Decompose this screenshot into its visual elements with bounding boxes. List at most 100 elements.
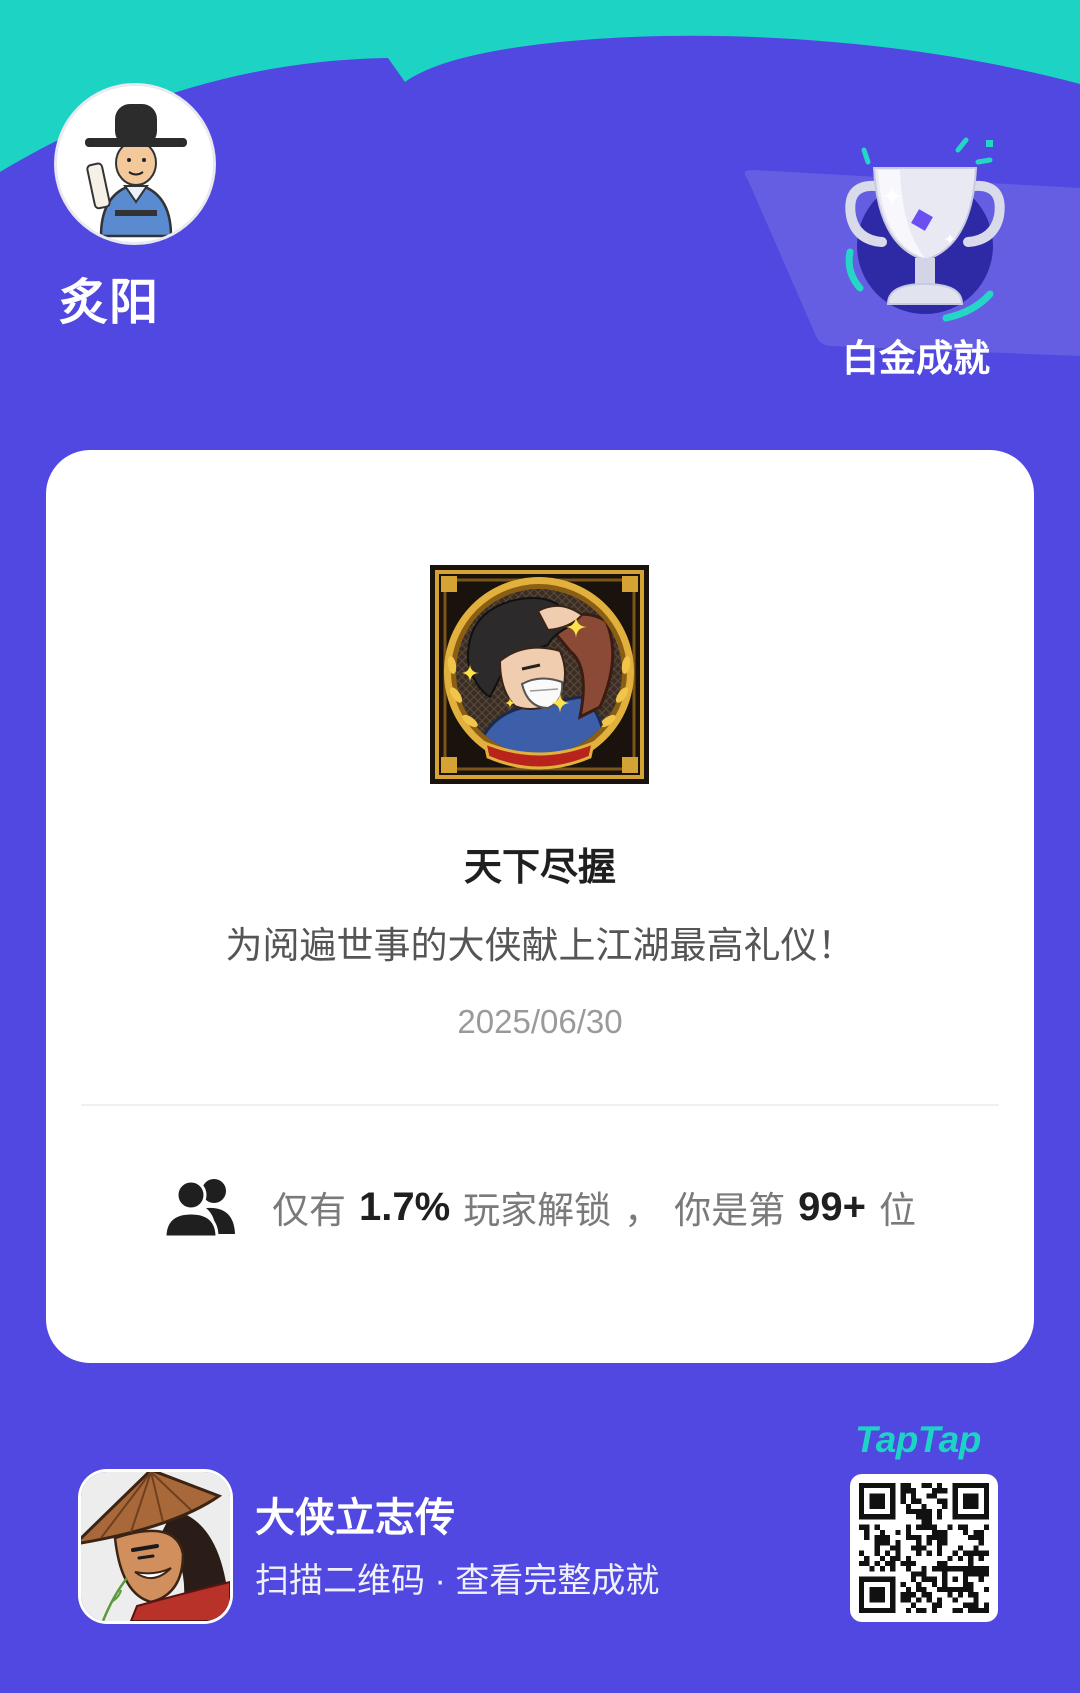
qr-module [859, 1602, 865, 1608]
qr-module [921, 1509, 927, 1515]
qr-module [952, 1566, 958, 1572]
qr-module [963, 1529, 969, 1535]
qr-module [957, 1483, 963, 1489]
qr-module [916, 1545, 922, 1551]
qr-module [911, 1576, 917, 1582]
qr-module [957, 1555, 963, 1561]
stats-comma: ， [624, 1190, 662, 1231]
qr-module [905, 1561, 911, 1567]
qr-module [931, 1602, 937, 1608]
qr-module [957, 1607, 963, 1613]
stats-middle: 玩家解锁 [463, 1190, 612, 1231]
qr-module [864, 1529, 870, 1535]
qr-module [911, 1561, 917, 1567]
qr-module [952, 1493, 958, 1499]
qr-module [859, 1581, 865, 1587]
qr-module [890, 1509, 896, 1515]
qr-module [983, 1571, 989, 1577]
qr-module [963, 1503, 969, 1509]
qr-module [859, 1550, 865, 1556]
qr-module [900, 1581, 906, 1587]
qr-module [890, 1514, 896, 1520]
qr-module [890, 1561, 896, 1567]
qr-module [890, 1503, 896, 1509]
qr-module [890, 1545, 896, 1551]
qr-module [890, 1493, 896, 1499]
unlock-stats: 仅有 1.7% 玩家解锁 ， 你是第 99+ 位 [46, 1174, 1034, 1240]
qr-module [926, 1540, 932, 1546]
qr-module [916, 1524, 922, 1530]
qr-module [921, 1483, 927, 1489]
qr-module [916, 1607, 922, 1613]
qr-module [931, 1493, 937, 1499]
qr-module [885, 1535, 891, 1541]
qr-module [895, 1555, 901, 1561]
qr-module [968, 1514, 974, 1520]
qr-module [879, 1592, 885, 1598]
qr-module [937, 1498, 943, 1504]
qr-module [859, 1576, 865, 1582]
qr-module [911, 1498, 917, 1504]
qr-module [973, 1514, 979, 1520]
qr-module [973, 1566, 979, 1572]
rank-prefix: 你是第 [674, 1190, 786, 1231]
qr-module [973, 1529, 979, 1535]
qr-module [942, 1503, 948, 1509]
qr-module [921, 1592, 927, 1598]
qr-module [931, 1581, 937, 1587]
qr-module [874, 1545, 880, 1551]
qr-module [864, 1607, 870, 1613]
qr-module [942, 1561, 948, 1567]
qr-module [864, 1514, 870, 1520]
qr-module [942, 1571, 948, 1577]
qr-module [879, 1597, 885, 1603]
qr-module [926, 1597, 932, 1603]
qr-module [973, 1550, 979, 1556]
stats-prefix: 仅有 [271, 1190, 346, 1231]
qr-module [895, 1529, 901, 1535]
divider [81, 1104, 999, 1106]
qr-module [859, 1597, 865, 1603]
qr-module [942, 1587, 948, 1593]
qr-module [926, 1576, 932, 1582]
qr-module [942, 1576, 948, 1582]
qr-module [952, 1576, 958, 1582]
qr-module [859, 1498, 865, 1504]
qr-module [900, 1493, 906, 1499]
qr-module [963, 1524, 969, 1530]
qr-module [921, 1576, 927, 1582]
qr-module [952, 1550, 958, 1556]
qr-module [921, 1519, 927, 1525]
qr-module [864, 1535, 870, 1541]
qr-module [874, 1597, 880, 1603]
qr-module [911, 1535, 917, 1541]
qr-module [869, 1483, 875, 1489]
qr-module [937, 1566, 943, 1572]
qr-module [874, 1498, 880, 1504]
qr-module [952, 1607, 958, 1613]
qr-module [879, 1498, 885, 1504]
qr-module [869, 1503, 875, 1509]
qr-module [931, 1524, 937, 1530]
qr-module [931, 1566, 937, 1572]
qr-module [963, 1566, 969, 1572]
qr-code [850, 1474, 998, 1622]
qr-module [937, 1535, 943, 1541]
qr-module [879, 1540, 885, 1546]
qr-module [874, 1493, 880, 1499]
qr-module [859, 1493, 865, 1499]
qr-module [937, 1597, 943, 1603]
qr-module [900, 1498, 906, 1504]
qr-module [911, 1488, 917, 1494]
qr-module [885, 1550, 891, 1556]
qr-module [869, 1607, 875, 1613]
qr-module [931, 1576, 937, 1582]
qr-module [942, 1535, 948, 1541]
qr-module [916, 1581, 922, 1587]
qr-module [983, 1493, 989, 1499]
qr-module [921, 1587, 927, 1593]
qr-module [947, 1555, 953, 1561]
qr-module [874, 1483, 880, 1489]
qr-module [931, 1488, 937, 1494]
qr-module [874, 1561, 880, 1567]
